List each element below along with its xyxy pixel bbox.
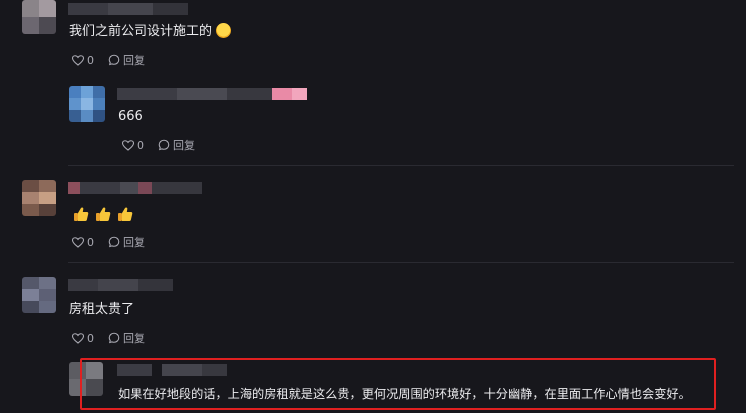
divider — [68, 262, 734, 263]
reply-label: 回复 — [173, 139, 195, 152]
grinning-face-emoji-icon — [216, 23, 232, 38]
reply-button[interactable]: 回复 — [108, 330, 145, 346]
like-button[interactable]: 0 — [72, 236, 94, 249]
comment-text: 房租太贵了 — [69, 302, 135, 317]
like-count: 0 — [137, 138, 144, 152]
comment-actions: 0 回复 — [72, 331, 145, 345]
username-blurred[interactable] — [68, 3, 188, 15]
comment-bubble-icon — [158, 139, 170, 151]
heart-icon — [72, 332, 84, 344]
heart-icon — [72, 54, 84, 66]
comment-actions: 0 回复 — [72, 235, 145, 249]
avatar[interactable] — [22, 0, 56, 34]
comment-actions: 0 回复 — [72, 53, 145, 67]
avatar[interactable] — [22, 277, 56, 313]
divider — [68, 165, 734, 166]
like-button[interactable]: 0 — [122, 139, 144, 152]
like-button[interactable]: 0 — [72, 54, 94, 67]
like-count: 0 — [87, 331, 94, 345]
thumbs-up-emoji-icon — [117, 206, 133, 222]
reply-label: 回复 — [123, 236, 145, 249]
reply-text: 666 — [118, 109, 143, 124]
highlight-box — [80, 358, 716, 410]
thumbs-up-emoji-icon — [95, 206, 111, 222]
comment-text: 我们之前公司设计施工的 — [69, 23, 232, 40]
username-blurred[interactable] — [68, 279, 173, 291]
heart-icon — [72, 236, 84, 248]
comment-bubble-icon — [108, 332, 120, 344]
reply-button[interactable]: 回复 — [158, 137, 195, 153]
reply-label: 回复 — [123, 332, 145, 345]
reply-button[interactable]: 回复 — [108, 52, 145, 68]
heart-icon — [122, 139, 134, 151]
username-blurred[interactable] — [68, 182, 202, 194]
like-button[interactable]: 0 — [72, 332, 94, 345]
reply-button[interactable]: 回复 — [108, 234, 145, 250]
thumbs-up-emoji-icon — [73, 206, 89, 222]
username-blurred[interactable] — [117, 88, 307, 100]
comment-bubble-icon — [108, 236, 120, 248]
like-count: 0 — [87, 235, 94, 249]
like-count: 0 — [87, 53, 94, 67]
reply-label: 回复 — [123, 54, 145, 67]
avatar[interactable] — [69, 86, 105, 122]
reply-actions: 0 回复 — [122, 138, 195, 152]
avatar[interactable] — [22, 180, 56, 216]
comment-bubble-icon — [108, 54, 120, 66]
